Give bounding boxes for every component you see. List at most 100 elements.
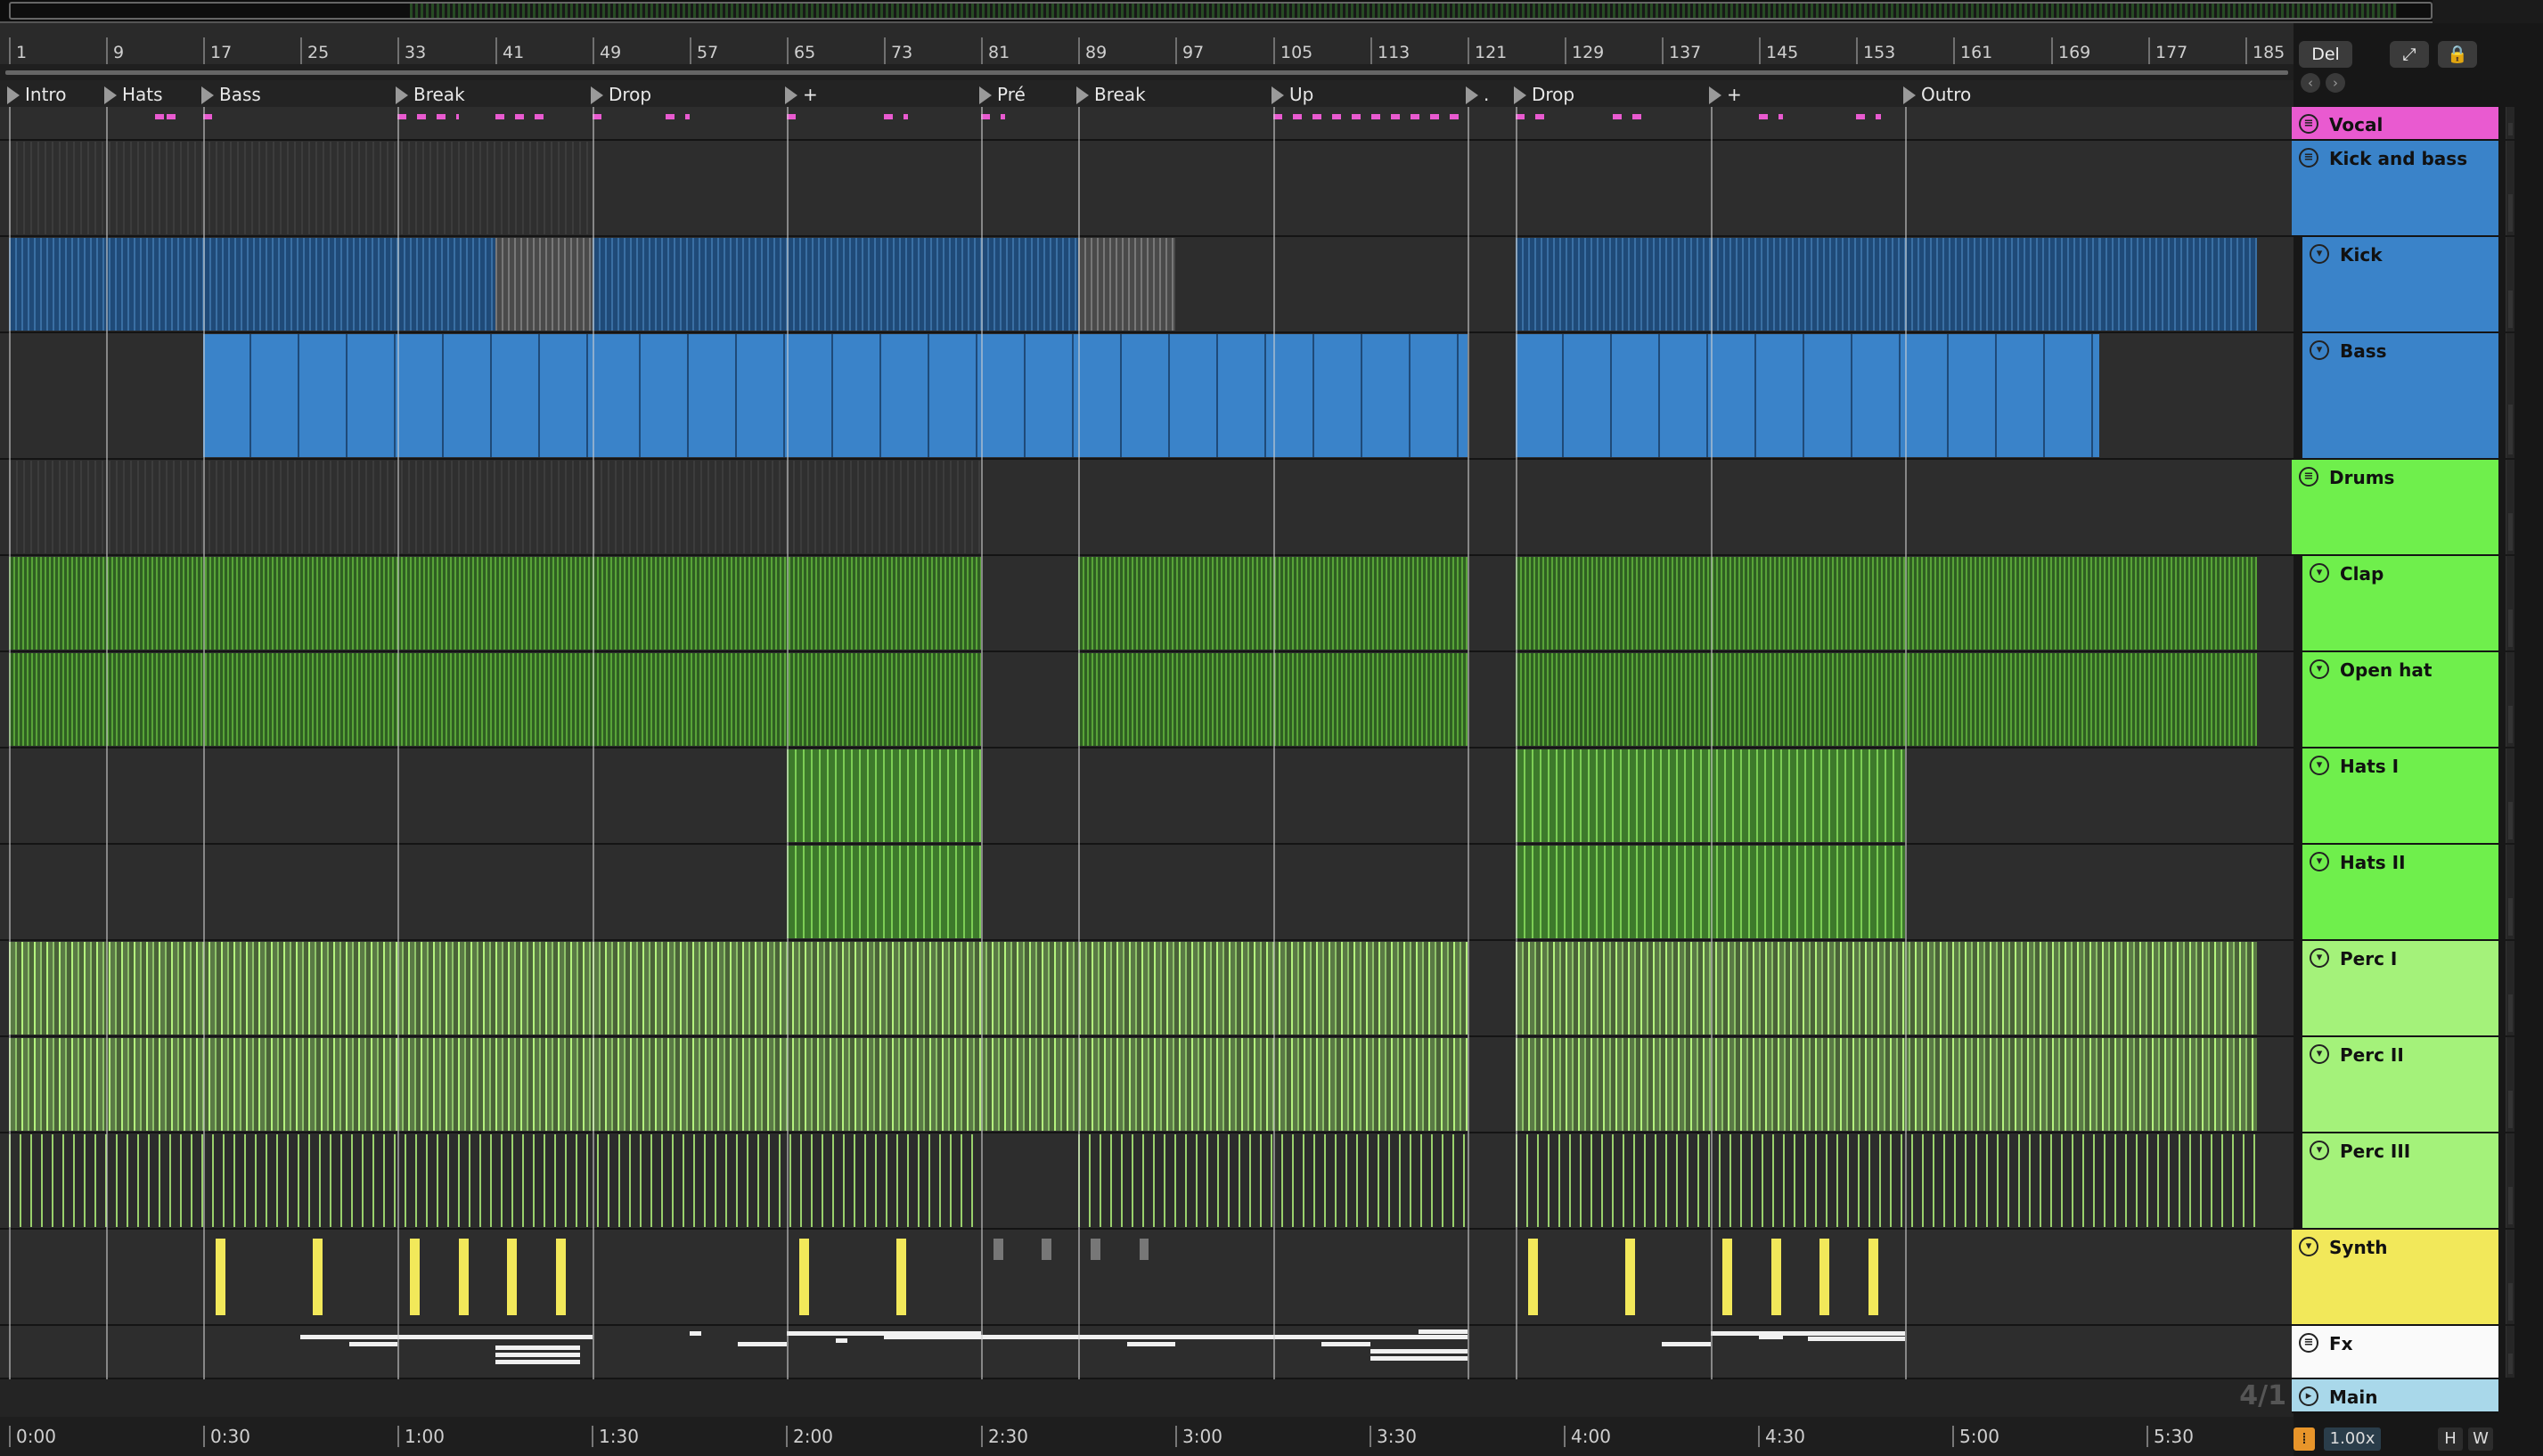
kick-clip[interactable] (1905, 238, 2099, 331)
synth-note[interactable] (1868, 1239, 1878, 1315)
overview-view-window[interactable] (9, 2, 2433, 20)
track-header-hats-i[interactable]: ▾ Hats I (2301, 748, 2498, 845)
vocal-note[interactable] (981, 114, 1005, 119)
fold-icon[interactable]: ▾ (2310, 340, 2329, 360)
vocal-note[interactable] (495, 114, 544, 119)
track-lane[interactable] (0, 748, 2294, 845)
fold-icon[interactable]: ▾ (2310, 948, 2329, 968)
h-button[interactable]: H (2438, 1427, 2463, 1451)
vocal-note[interactable] (203, 114, 216, 119)
track-header-main[interactable]: ▸ Main (2292, 1379, 2498, 1413)
fold-icon[interactable]: ▾ (2299, 1237, 2318, 1256)
track-lane[interactable] (0, 1037, 2294, 1133)
scroll-left-icon[interactable]: ‹ (2301, 73, 2320, 93)
track-header-hats-ii[interactable]: ▾ Hats II (2301, 845, 2498, 941)
locator[interactable]: Drop (1514, 84, 1574, 105)
locator[interactable]: + (785, 84, 818, 105)
scroll-right-icon[interactable]: › (2326, 73, 2345, 93)
beat-time-ruler[interactable]: 1 9 17 25 33 41 49 57 65 73 81 89 97 105 113 121 129 137 1… (0, 23, 2294, 64)
kick-clip[interactable] (203, 238, 397, 331)
track-header-perc-ii[interactable]: ▾ Perc II (2301, 1037, 2498, 1133)
kick-clip[interactable] (2099, 238, 2257, 331)
fx-note[interactable] (1127, 1342, 1175, 1346)
locator[interactable]: Hats (104, 84, 163, 105)
loop-brace-bar[interactable] (0, 64, 2294, 80)
track-lane[interactable] (0, 652, 2294, 748)
kick-clip[interactable] (1711, 238, 1905, 331)
locator[interactable]: + (1709, 84, 1742, 105)
fx-note[interactable] (1321, 1342, 1370, 1346)
vocal-note[interactable] (1759, 114, 1783, 119)
track-header-bass[interactable]: ▾ Bass (2301, 333, 2498, 460)
fx-note[interactable] (738, 1342, 787, 1346)
open-hat-clip[interactable] (1516, 653, 2257, 746)
kick-clip[interactable] (787, 238, 981, 331)
perc-i-clip[interactable] (1516, 942, 2257, 1035)
track-lane[interactable] (0, 1230, 2294, 1326)
synth-note[interactable] (1528, 1239, 1538, 1315)
track-lane[interactable] (0, 556, 2294, 652)
track-header-kick-and-bass[interactable]: ≡ Kick and bass (2292, 141, 2498, 237)
locator-bar[interactable]: Intro Hats Bass Break Drop + Pré Break Up. Drop + O… (0, 80, 2294, 107)
vocal-note[interactable] (1613, 114, 1649, 119)
group-icon[interactable]: ≡ (2299, 148, 2318, 168)
synth-note[interactable] (507, 1239, 517, 1315)
locator[interactable]: . (1466, 84, 1489, 105)
open-hat-clip[interactable] (9, 653, 593, 746)
synth-note[interactable] (1042, 1239, 1051, 1260)
synth-note[interactable] (1140, 1239, 1149, 1260)
fold-icon[interactable]: ▾ (2310, 244, 2329, 264)
locator[interactable]: Outro (1903, 84, 1971, 105)
fx-note[interactable] (1370, 1349, 1468, 1354)
vocal-note[interactable] (167, 114, 179, 119)
fx-note[interactable] (1808, 1337, 1905, 1341)
track-header-fx[interactable]: ≡ Fx (2292, 1326, 2498, 1379)
group-icon[interactable]: ≡ (2299, 467, 2318, 487)
track-header-vocal[interactable]: ≡ Vocal (2292, 107, 2498, 141)
synth-note[interactable] (1625, 1239, 1635, 1315)
vocal-note[interactable] (397, 114, 459, 119)
fx-note[interactable] (1370, 1356, 1468, 1361)
group-icon[interactable]: ≡ (2299, 114, 2318, 134)
synth-note[interactable] (896, 1239, 906, 1315)
synth-note[interactable] (799, 1239, 809, 1315)
kick-clip[interactable] (1078, 238, 1175, 331)
group-overview[interactable] (9, 461, 981, 553)
perc-i-clip[interactable] (593, 942, 1468, 1035)
locator[interactable]: Break (396, 84, 465, 105)
delete-button[interactable]: Del (2299, 41, 2352, 68)
kick-clip[interactable] (981, 238, 1078, 331)
bass-clip[interactable] (1516, 334, 2099, 457)
fx-note[interactable] (1711, 1331, 1905, 1336)
track-lane[interactable] (0, 1133, 2294, 1230)
locator[interactable]: Bass (201, 84, 261, 105)
perc-iii-clip[interactable] (1516, 1134, 2257, 1227)
time-ruler-labels[interactable]: 0:00 0:30 1:00 1:30 2:00 2:30 3:00 3:30 4:00 4:30… (0, 1417, 2294, 1456)
perc-ii-clip[interactable] (1516, 1038, 2257, 1131)
fold-icon[interactable]: ▾ (2310, 1044, 2329, 1064)
group-overview[interactable] (9, 142, 593, 234)
fx-note[interactable] (836, 1338, 847, 1343)
perc-ii-clip[interactable] (9, 1038, 593, 1131)
vocal-note[interactable] (666, 114, 690, 119)
vocal-note[interactable] (1856, 114, 1881, 119)
kick-clip[interactable] (397, 238, 495, 331)
expand-icon[interactable]: ⤢ (2390, 41, 2429, 68)
kick-clip[interactable] (1516, 238, 1711, 331)
w-button[interactable]: W (2468, 1427, 2493, 1451)
vocal-note[interactable] (787, 114, 799, 119)
track-lane[interactable] (0, 333, 2294, 460)
fx-note[interactable] (349, 1342, 397, 1346)
synth-note[interactable] (1819, 1239, 1829, 1315)
fold-icon[interactable]: ▾ (2310, 1141, 2329, 1160)
clap-clip[interactable] (1516, 557, 2257, 650)
synth-note[interactable] (216, 1239, 225, 1315)
track-header-perc-i[interactable]: ▾ Perc I (2301, 941, 2498, 1037)
perc-i-clip[interactable] (9, 942, 593, 1035)
synth-note[interactable] (1091, 1239, 1100, 1260)
fx-note[interactable] (495, 1360, 580, 1364)
track-header-synth[interactable]: ▾ Synth (2292, 1230, 2498, 1326)
track-header-open-hat[interactable]: ▾ Open hat (2301, 652, 2498, 748)
vocal-note[interactable] (1516, 114, 1552, 119)
synth-note[interactable] (1771, 1239, 1781, 1315)
